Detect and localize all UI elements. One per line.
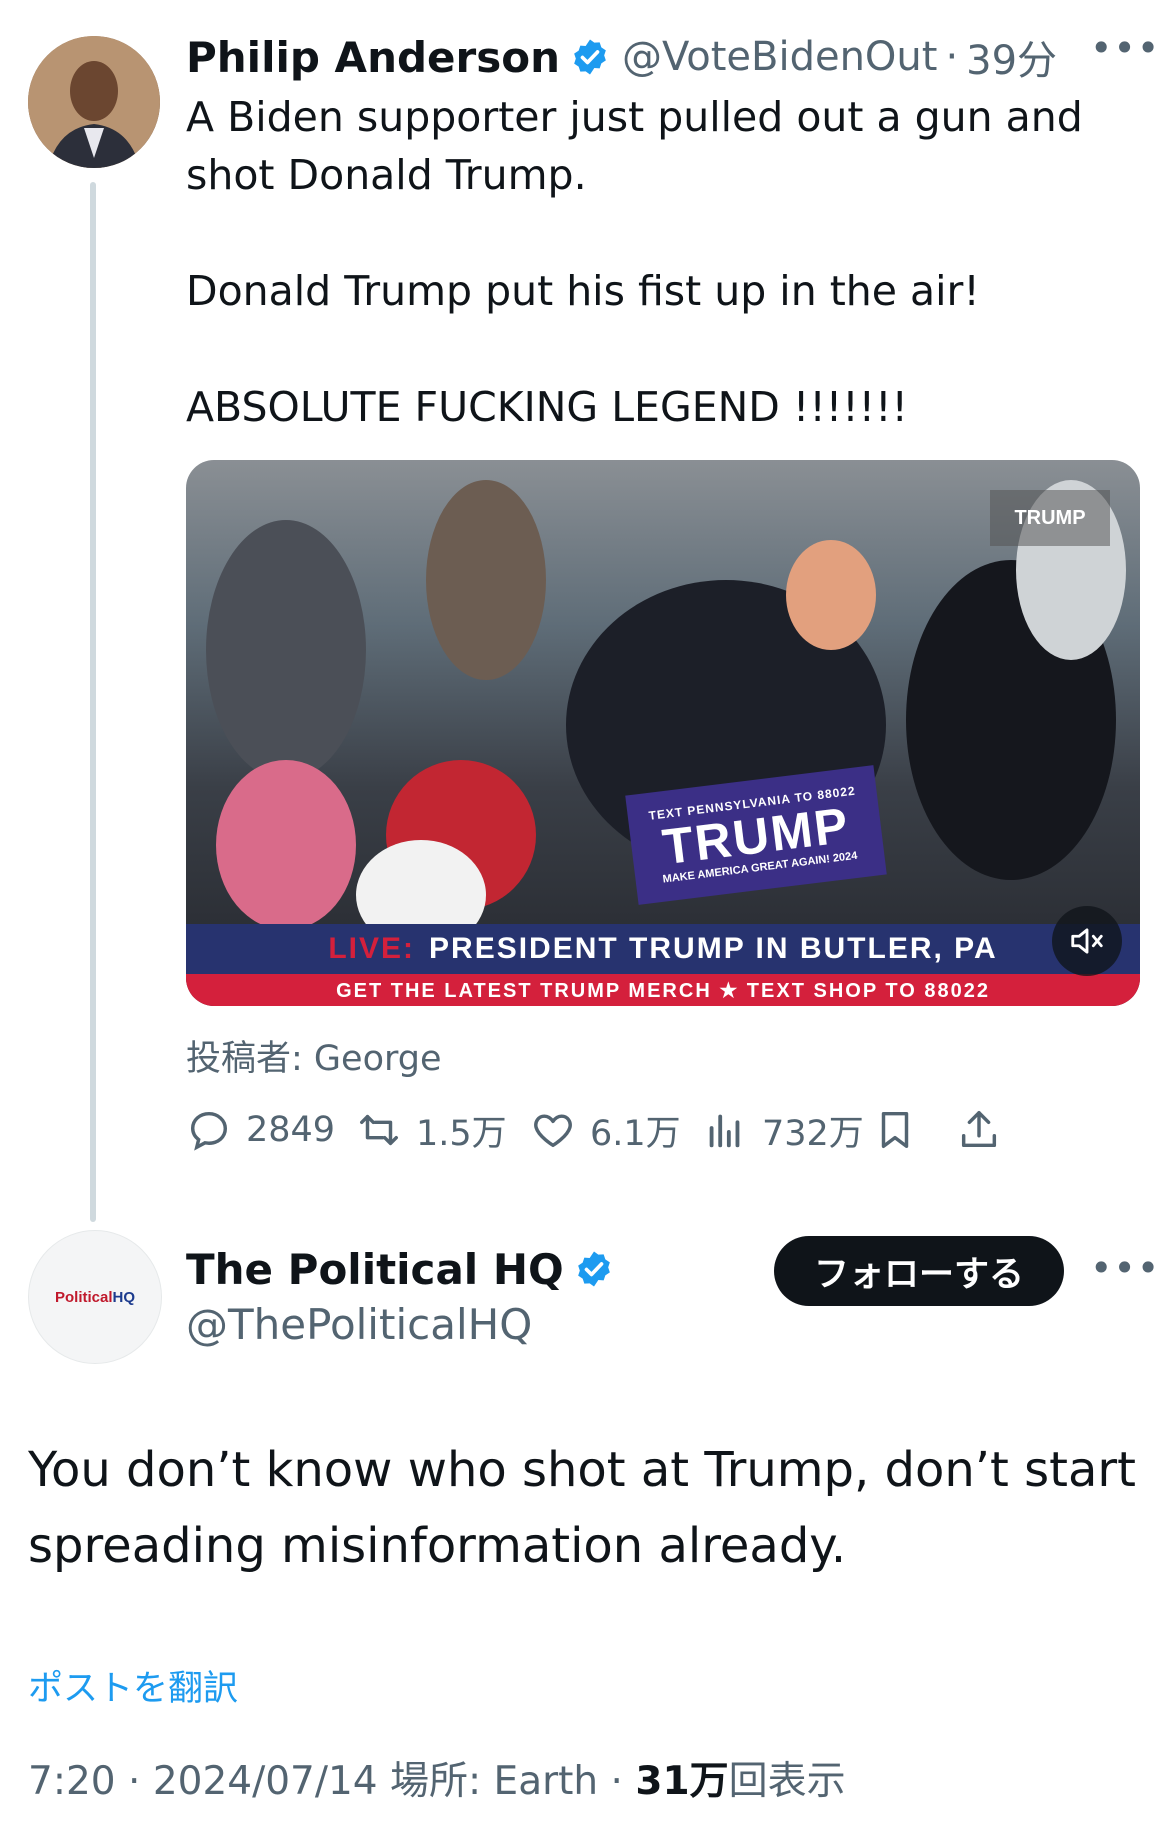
post-location: 場所: Earth: [390, 1759, 599, 1804]
live-label: LIVE:: [328, 932, 416, 965]
tweet-text-line: A Biden supporter just pulled out a gun …: [186, 93, 1083, 199]
share-button[interactable]: [956, 1100, 1016, 1160]
thread-connector: [90, 182, 96, 1222]
reply-header: The Political HQ: [186, 1240, 626, 1298]
tweet-action-bar: 2849 1.5万 6.1万 732万: [186, 1100, 1140, 1160]
banner-text: PRESIDENT TRUMP IN BUTLER, PA: [429, 932, 998, 965]
share-icon: [961, 1111, 997, 1148]
reply-text: You don’t know who shot at Trump, don’t …: [28, 1442, 1136, 1574]
post-date[interactable]: 2024/07/14: [153, 1759, 378, 1804]
broadcast-logo: TRUMP: [990, 490, 1110, 546]
author-avatar[interactable]: [28, 36, 160, 168]
follow-button[interactable]: フォローする: [774, 1236, 1064, 1306]
like-button[interactable]: 6.1万: [530, 1100, 681, 1160]
avatar-logo: PoliticalHQ: [54, 1288, 136, 1306]
reply-count: 2849: [246, 1110, 336, 1150]
views-button[interactable]: 732万: [702, 1100, 864, 1160]
news-ticker: GET THE LATEST TRUMP MERCH ★ TEXT SHOP T…: [186, 974, 1140, 1006]
author-name[interactable]: Philip Anderson: [186, 33, 560, 82]
post-time[interactable]: 7:20: [28, 1759, 116, 1804]
repost-count: 1.5万: [416, 1113, 507, 1154]
separator-dot: ·: [610, 1759, 623, 1804]
tweet-text-line: ABSOLUTE FUCKING LEGEND !!!!!!!: [186, 383, 908, 431]
reply-author-avatar[interactable]: PoliticalHQ: [28, 1230, 162, 1364]
mute-icon: [1071, 928, 1103, 954]
repost-icon: [360, 1114, 398, 1146]
like-icon: [534, 1114, 572, 1148]
translate-post-link[interactable]: ポストを翻訳: [28, 1660, 238, 1711]
separator-dot: ·: [128, 1759, 141, 1804]
reply-author-name[interactable]: The Political HQ: [186, 1245, 564, 1294]
tweet-text-line: Donald Trump put his fist up in the air!: [186, 267, 980, 315]
like-count: 6.1万: [590, 1113, 681, 1154]
avatar-photo: [28, 36, 160, 168]
tweet-header: Philip Anderson @VoteBidenOut · 39分: [186, 28, 1057, 86]
verified-badge-icon: [577, 1251, 610, 1287]
tweet-text: A Biden supporter just pulled out a gun …: [186, 88, 1116, 436]
views-count: 732万: [762, 1113, 864, 1154]
repost-button[interactable]: 1.5万: [356, 1100, 507, 1160]
view-count-label: 回表示: [728, 1759, 846, 1804]
separator-dot: ·: [945, 34, 959, 80]
tweet-video[interactable]: TRUMP TEXT PENNSYLVANIA TO 88022 TRUMP M…: [186, 460, 1140, 1006]
bookmark-button[interactable]: [872, 1100, 932, 1160]
more-icon[interactable]: •••: [1090, 29, 1160, 67]
reply-button[interactable]: 2849: [186, 1100, 335, 1160]
more-icon[interactable]: •••: [1090, 1249, 1160, 1287]
tweet-metadata: 7:20 · 2024/07/14 場所: Earth · 31万回表示: [28, 1750, 846, 1806]
views-icon: [709, 1114, 740, 1148]
reply-icon: [190, 1111, 228, 1151]
tweet-time[interactable]: 39分: [966, 28, 1057, 86]
verified-badge-icon: [574, 39, 606, 75]
bookmark-icon: [881, 1111, 909, 1149]
reply-author-handle[interactable]: @ThePoliticalHQ: [186, 1300, 532, 1349]
news-banner: LIVE: PRESIDENT TRUMP IN BUTLER, PA: [186, 924, 1140, 974]
view-count[interactable]: 31万: [635, 1759, 728, 1804]
mute-button[interactable]: [1052, 906, 1122, 976]
posted-by-label: 投稿者: George: [186, 1039, 442, 1079]
author-handle[interactable]: @VoteBidenOut: [622, 34, 937, 80]
